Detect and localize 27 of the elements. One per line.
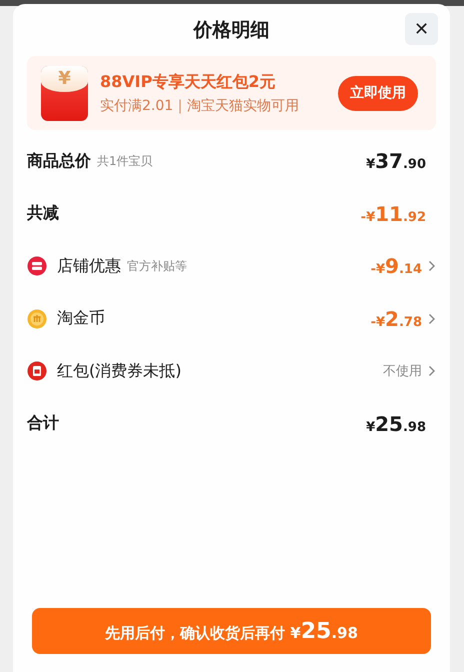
close-button[interactable]: ✕	[405, 13, 438, 45]
row-value: ¥37.90	[366, 149, 427, 174]
row-note: 官方补贴等	[127, 258, 187, 275]
row-value[interactable]: 不使用	[383, 362, 424, 380]
row-label: 淘金币	[57, 308, 105, 330]
row-label: 合计	[27, 413, 59, 434]
pay-button[interactable]: 先用后付，确认收货后再付 ¥25.98	[32, 608, 431, 654]
chevron-icon[interactable]	[428, 365, 436, 378]
packet-icon	[27, 361, 47, 382]
row-value: ¥25.98	[366, 412, 427, 436]
sheet-title: 价格明细	[194, 18, 270, 43]
row-label: 商品总价	[27, 150, 91, 172]
shop-badge-icon	[27, 256, 47, 276]
promo-condition: 实付满2.01｜淘宝天猫实物可用	[100, 96, 300, 114]
row-value: -¥11.92	[360, 202, 427, 226]
chevron-icon[interactable]	[428, 312, 436, 325]
row-label: 店铺优惠	[57, 256, 121, 277]
row-note: 共1件宝贝	[97, 152, 153, 170]
row-value[interactable]: -¥2.78	[370, 306, 424, 331]
row-value[interactable]: -¥9.14	[370, 254, 424, 278]
coin-icon	[27, 308, 47, 329]
promo-headline: 88VIP专享天天红包2元	[100, 72, 276, 92]
use-now-button[interactable]: 立即使用	[338, 76, 418, 110]
row-label: 红包(消费券未抵)	[57, 360, 182, 382]
chevron-icon[interactable]	[428, 260, 436, 272]
envelope-icon: ¥	[41, 66, 88, 120]
row-label: 共减	[27, 203, 59, 224]
